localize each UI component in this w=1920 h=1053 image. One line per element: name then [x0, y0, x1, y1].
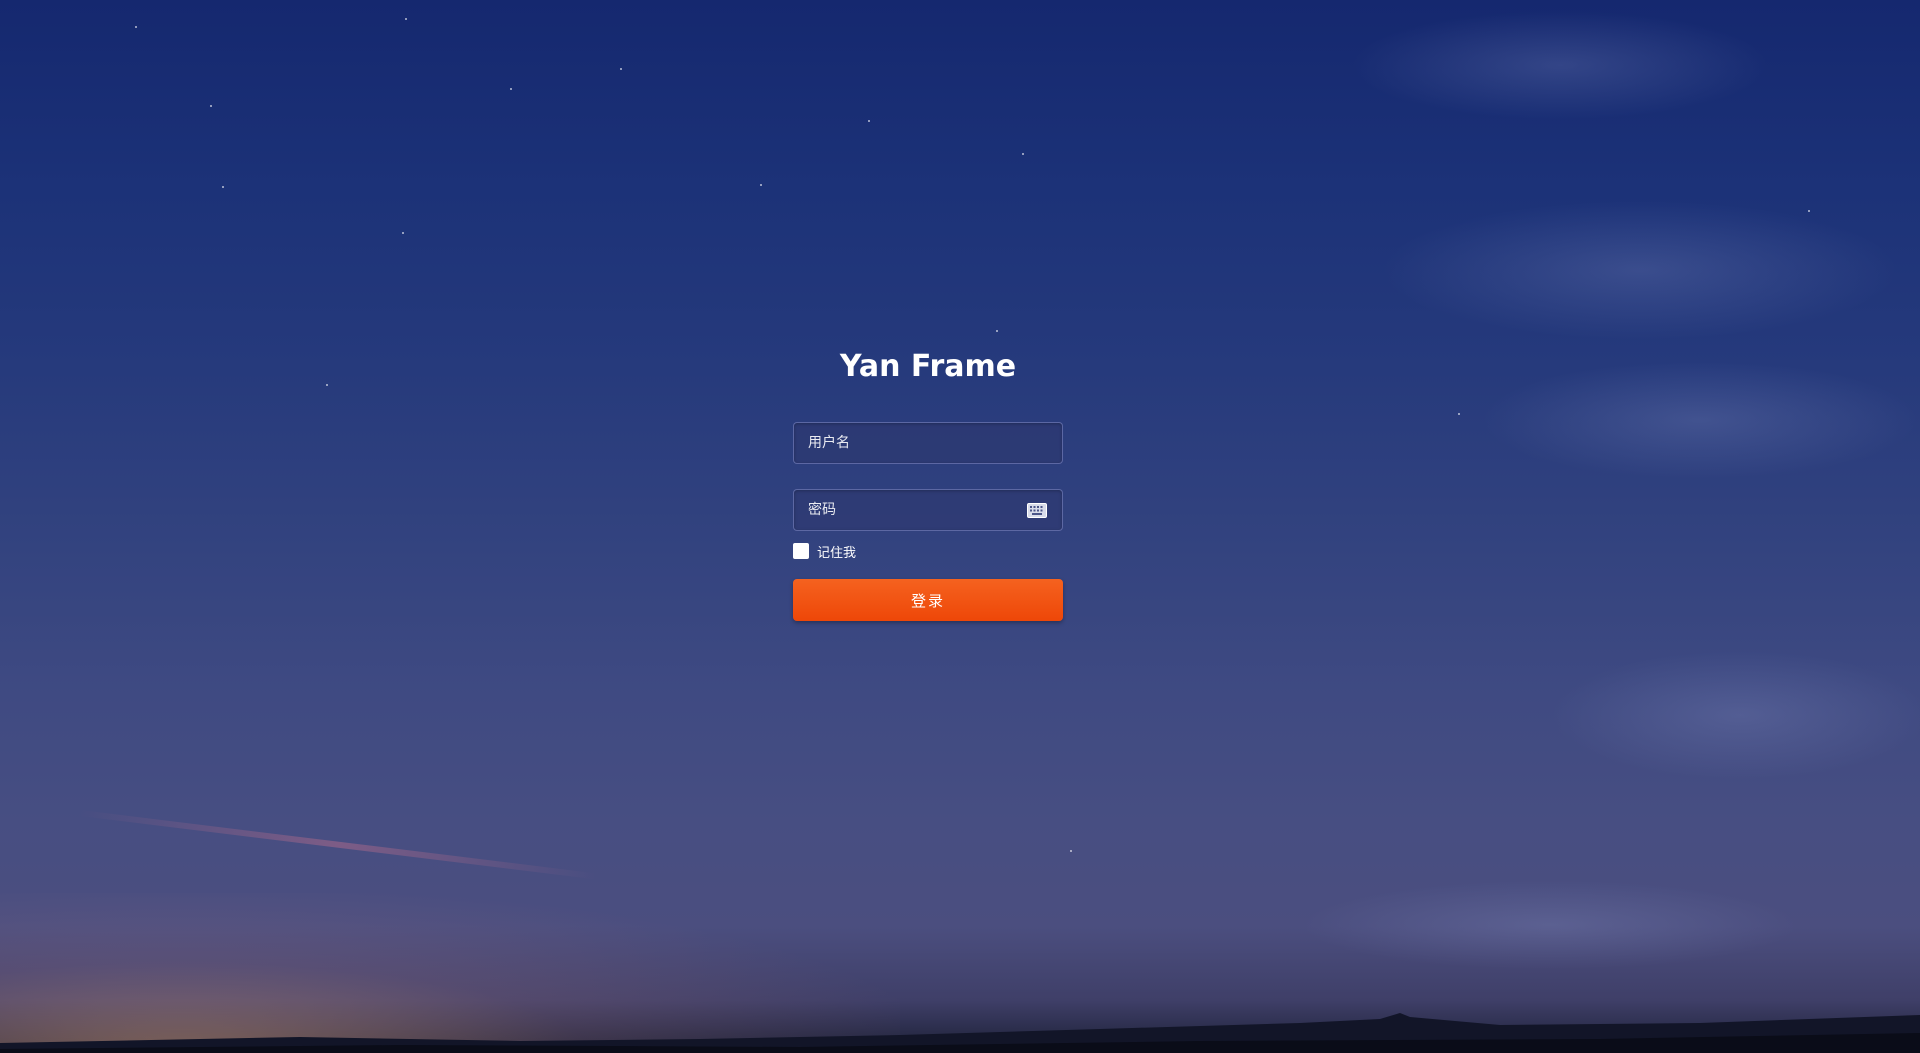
star [222, 186, 224, 188]
light-streak [79, 810, 597, 880]
star [1458, 413, 1460, 415]
star [510, 88, 512, 90]
star [405, 18, 407, 20]
star [760, 184, 762, 186]
password-field[interactable] [793, 489, 1063, 531]
username-field[interactable] [793, 422, 1063, 464]
cloud [1480, 360, 1920, 480]
star [135, 26, 137, 28]
keyboard-icon[interactable] [1027, 503, 1047, 518]
star [868, 120, 870, 122]
star [326, 384, 328, 386]
cloud [1350, 10, 1770, 120]
username-input[interactable] [794, 423, 1062, 463]
remember-me-checkbox[interactable] [793, 543, 809, 559]
cloud [1550, 650, 1920, 780]
horizon-hills [0, 1013, 1920, 1053]
star [1070, 850, 1072, 852]
app-title: Yan Frame [839, 349, 1017, 384]
star [996, 330, 998, 332]
password-input[interactable] [794, 490, 1062, 530]
star [1022, 153, 1024, 155]
star [402, 232, 404, 234]
login-panel: Yan Frame 记住我 登录 [793, 346, 1063, 621]
cloud [1300, 880, 1800, 970]
cloud [1380, 200, 1900, 340]
remember-me-row: 记住我 [793, 541, 1063, 561]
star [210, 105, 212, 107]
remember-me-label[interactable]: 记住我 [817, 542, 856, 561]
star [620, 68, 622, 70]
star [1808, 210, 1810, 212]
login-button[interactable]: 登录 [793, 579, 1063, 621]
